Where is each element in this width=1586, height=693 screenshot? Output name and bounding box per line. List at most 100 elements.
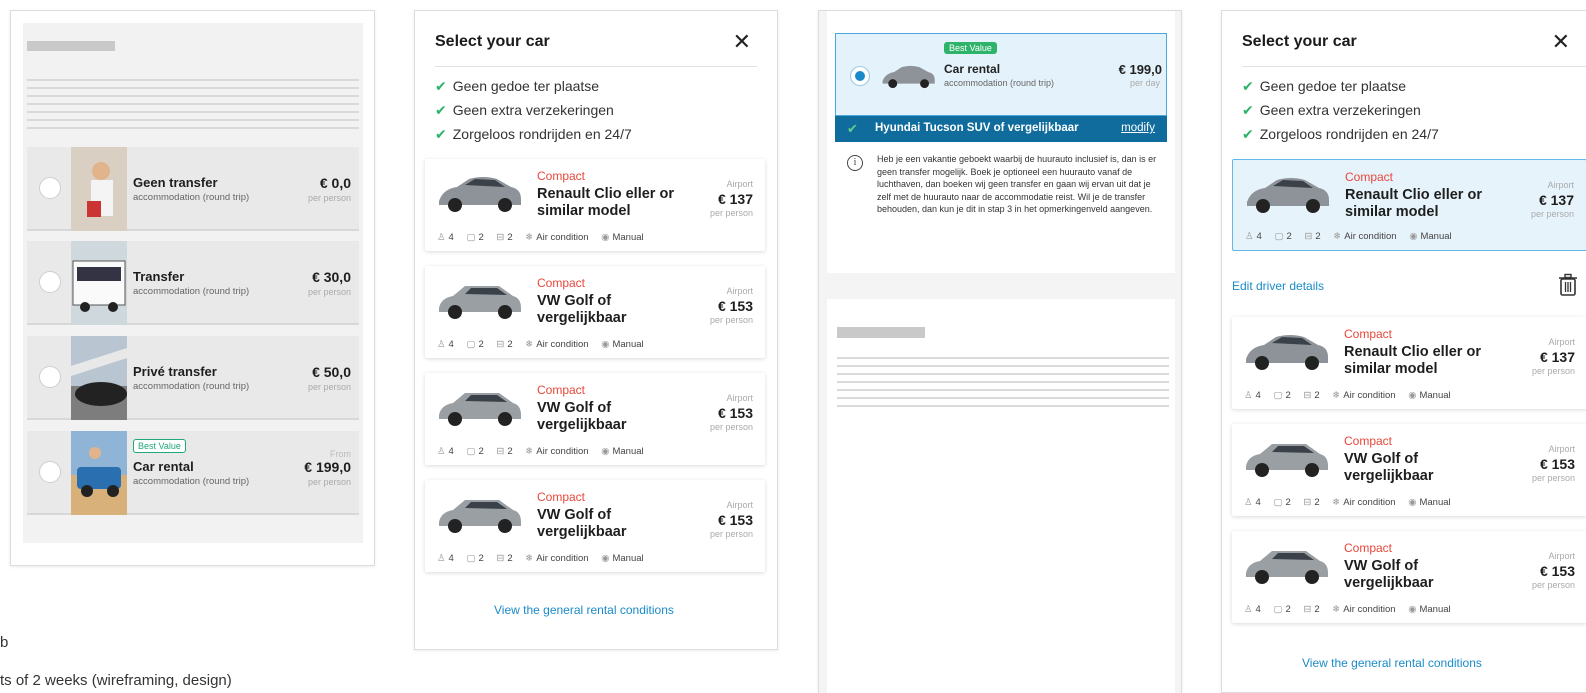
gear-icon: ◉ (1408, 497, 1417, 508)
car-image (435, 492, 523, 536)
suitcase-icon: ▢ (466, 446, 476, 457)
selected-car-rental-option[interactable]: Best Value Car rental accommodation (rou… (835, 33, 1167, 116)
seats-value: 4 (1255, 390, 1261, 401)
car-model: VW Golf of vergelijkbaar (537, 400, 627, 433)
bags-value: 2 (478, 553, 484, 564)
seats-value: 4 (448, 446, 454, 457)
photo-private-car-thumb (71, 336, 127, 420)
car-category: Compact (1344, 434, 1393, 448)
car-card-golf[interactable]: Compact VW Golf of vergelijkbaar Airport… (1232, 424, 1586, 516)
doors-value: 2 (507, 446, 513, 457)
option-per: per person (307, 287, 351, 297)
option-price: € 50,0 (312, 364, 351, 380)
car-card-golf[interactable]: Compact VW Golf of vergelijkbaar Airport… (425, 480, 765, 572)
placeholder-line (27, 79, 359, 81)
car-price: € 137 (1538, 192, 1574, 208)
transfer-option-shared[interactable]: Transfer accommodation (round trip) € 30… (27, 241, 359, 325)
doors-value: 2 (507, 339, 513, 350)
close-icon[interactable]: ✕ (733, 29, 751, 55)
car-card-golf[interactable]: Compact VW Golf of vergelijkbaar Airport… (425, 373, 765, 465)
option-sub: accommodation (round trip) (944, 78, 1055, 88)
door-icon: ⊟ (1304, 231, 1313, 242)
gear-icon: ◉ (1408, 604, 1417, 615)
aircon-label: Air condition (536, 339, 589, 350)
usp-label: Geen extra verzekeringen (1259, 102, 1421, 118)
gear-label: Manual (1419, 497, 1451, 508)
car-category: Compact (1345, 170, 1394, 184)
usp-item: ✔ Geen extra verzekeringen (435, 102, 614, 119)
placeholder-line (27, 119, 359, 121)
panel-title: Select your car (1242, 33, 1357, 50)
gear-label: Manual (612, 232, 644, 243)
gear-label: Manual (1420, 231, 1452, 242)
door-icon: ⊟ (496, 232, 505, 243)
rental-conditions-link[interactable]: View the general rental conditions (1302, 656, 1482, 670)
edit-driver-details-link[interactable]: Edit driver details (1232, 279, 1324, 293)
car-image (1242, 543, 1330, 587)
car-specs: ♙ 4 ▢ 2 ⊟ 2 ❄ Air condition ◉ Manual (1244, 497, 1461, 508)
car-card-golf[interactable]: Compact VW Golf of vergelijkbaar Airport… (425, 266, 765, 358)
usp-label: Geen gedoe ter plaatse (1259, 78, 1407, 94)
suitcase-icon: ▢ (466, 339, 476, 350)
modify-link[interactable]: modify (1121, 122, 1155, 134)
trash-icon[interactable] (1558, 273, 1578, 302)
check-icon: ✔ (1242, 102, 1254, 118)
transfer-panel: Geen transfer accommodation (round trip)… (10, 10, 375, 566)
usp-item: ✔ Zorgeloos rondrijden en 24/7 (1242, 126, 1439, 143)
seats-value: 4 (448, 553, 454, 564)
best-value-badge: Best Value (944, 42, 997, 54)
radio-button[interactable] (39, 366, 61, 388)
check-icon: ✔ (435, 126, 447, 142)
car-specs: ♙ 4 ▢ 2 ⊟ 2 ❄ Air condition ◉ Manual (437, 446, 654, 457)
radio-button[interactable] (39, 271, 61, 293)
option-sub: accommodation (round trip) (133, 286, 250, 297)
close-icon[interactable]: ✕ (1552, 29, 1570, 55)
check-icon: ✔ (1242, 78, 1254, 94)
transfer-option-private[interactable]: Privé transfer accommodation (round trip… (27, 336, 359, 420)
person-icon: ♙ (437, 232, 446, 243)
seats-value: 4 (448, 339, 454, 350)
gear-icon: ◉ (601, 553, 610, 564)
car-model: Renault Clio eller or similar model (1345, 187, 1482, 220)
usp-label: Zorgeloos rondrijden en 24/7 (1259, 126, 1439, 142)
car-model: Renault Clio eller or similar model (537, 186, 674, 219)
car-per: per person (709, 208, 753, 218)
aircon-label: Air condition (1343, 390, 1396, 401)
car-card-clio[interactable]: Compact Renault Clio eller or similar mo… (1232, 317, 1586, 409)
placeholder-line (837, 405, 1169, 407)
car-category: Compact (537, 383, 586, 397)
car-card-golf[interactable]: Compact VW Golf of vergelijkbaar Airport… (1232, 531, 1586, 623)
suitcase-icon: ▢ (466, 553, 476, 564)
snowflake-icon: ❄ (1332, 604, 1341, 615)
check-icon: ✔ (435, 78, 447, 94)
car-card-clio-selected[interactable]: Compact Renault Clio eller or similar mo… (1232, 159, 1586, 251)
option-price: € 199,0 (304, 459, 351, 475)
radio-button[interactable] (39, 461, 61, 483)
car-specs: ♙ 4 ▢ 2 ⊟ 2 ❄ Air condition ◉ Manual (437, 232, 654, 243)
car-card-clio[interactable]: Compact Renault Clio eller or similar mo… (425, 159, 765, 251)
gear-icon: ◉ (601, 232, 610, 243)
gear-label: Manual (1419, 604, 1451, 615)
usp-label: Geen extra verzekeringen (452, 102, 614, 118)
option-price: € 0,0 (319, 175, 351, 191)
transfer-option-none[interactable]: Geen transfer accommodation (round trip)… (27, 147, 359, 231)
rental-conditions-link[interactable]: View the general rental conditions (494, 603, 674, 617)
person-icon: ♙ (437, 553, 446, 564)
car-specs: ♙ 4 ▢ 2 ⊟ 2 ❄ Air condition ◉ Manual (1244, 390, 1461, 401)
car-price: € 153 (717, 512, 753, 528)
doors-value: 2 (1314, 497, 1320, 508)
car-location: Airport (1548, 337, 1575, 347)
placeholder-line (27, 127, 359, 129)
panel-title: Select your car (435, 33, 550, 50)
suitcase-icon: ▢ (1274, 231, 1284, 242)
transfer-option-car-rental[interactable]: Best Value Car rental accommodation (rou… (27, 431, 359, 515)
car-category: Compact (1344, 327, 1393, 341)
aircon-label: Air condition (1343, 497, 1396, 508)
snowflake-icon: ❄ (525, 232, 534, 243)
radio-selected[interactable] (850, 66, 870, 86)
snowflake-icon: ❄ (1333, 231, 1342, 242)
placeholder-line (837, 357, 1169, 359)
door-icon: ⊟ (496, 339, 505, 350)
radio-button[interactable] (39, 177, 61, 199)
check-icon: ✔ (435, 102, 447, 118)
